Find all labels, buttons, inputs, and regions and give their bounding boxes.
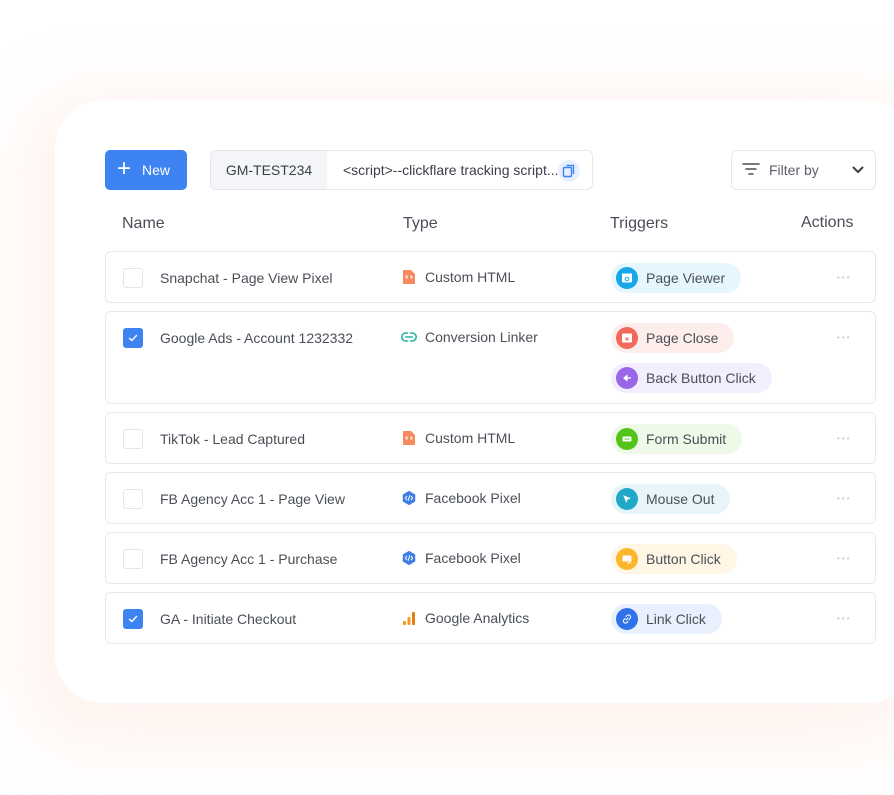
tag-type: Conversion Linker xyxy=(401,329,538,345)
tag-type: Facebook Pixel xyxy=(401,490,521,506)
table-row[interactable]: TikTok - Lead Captured Custom HTML Form Su… xyxy=(105,412,876,464)
trigger-chip[interactable]: Button Click xyxy=(611,544,737,574)
row-checkbox[interactable] xyxy=(123,549,143,569)
button-click-icon xyxy=(616,548,638,570)
check-icon xyxy=(128,334,138,342)
column-header-actions: Actions xyxy=(801,214,854,231)
tag-name[interactable]: Google Ads - Account 1232332 xyxy=(160,330,353,346)
more-actions-icon[interactable]: ••• xyxy=(837,495,851,503)
column-header-type[interactable]: Type xyxy=(403,215,438,233)
custom-html-icon xyxy=(401,269,417,285)
row-checkbox[interactable] xyxy=(123,328,143,348)
table-row[interactable]: FB Agency Acc 1 - Page View Facebook Pixe… xyxy=(105,472,876,524)
trigger-chip[interactable]: Link Click xyxy=(611,604,722,634)
copy-icon[interactable] xyxy=(558,160,580,182)
trigger-chip[interactable]: Back Button Click xyxy=(611,363,772,393)
trigger-label: Page Close xyxy=(646,330,719,346)
table-row[interactable]: GA - Initiate Checkout Google Analytics Li… xyxy=(105,592,876,644)
row-checkbox[interactable] xyxy=(123,609,143,629)
tag-type: Custom HTML xyxy=(401,269,515,285)
tag-name[interactable]: TikTok - Lead Captured xyxy=(160,431,305,447)
trigger-chip[interactable]: Form Submit xyxy=(611,424,743,454)
tag-name[interactable]: GA - Initiate Checkout xyxy=(160,611,296,627)
form-icon xyxy=(616,428,638,450)
column-header-triggers[interactable]: Triggers xyxy=(610,215,668,233)
page-close-icon xyxy=(616,327,638,349)
trigger-label: Page Viewer xyxy=(646,270,726,286)
tag-type: Google Analytics xyxy=(401,610,529,626)
trigger-chip[interactable]: Page Viewer xyxy=(611,263,742,293)
trigger-chip[interactable]: Mouse Out xyxy=(611,484,731,514)
cursor-icon xyxy=(616,488,638,510)
chevron-down-icon xyxy=(851,163,865,180)
new-button-label: New xyxy=(142,162,171,178)
table-row[interactable]: FB Agency Acc 1 - Purchase Facebook Pixel… xyxy=(105,532,876,584)
custom-html-icon xyxy=(401,430,417,446)
page-view-icon xyxy=(616,267,638,289)
tag-type: Custom HTML xyxy=(401,430,515,446)
table-row[interactable]: Google Ads - Account 1232332 Conversion L… xyxy=(105,311,876,404)
more-actions-icon[interactable]: ••• xyxy=(837,334,851,342)
tag-type: Facebook Pixel xyxy=(401,550,521,566)
tracking-script-field: GM-TEST234 <script>--clickflare tracking… xyxy=(210,150,593,190)
back-arrow-icon xyxy=(616,367,638,389)
column-header-name[interactable]: Name xyxy=(122,215,165,233)
tag-type-label: Conversion Linker xyxy=(425,329,538,345)
trigger-label: Link Click xyxy=(646,611,706,627)
tag-type-label: Google Analytics xyxy=(425,610,530,626)
script-snippet-text: <script>--clickflare tracking script... xyxy=(343,162,559,178)
row-checkbox[interactable] xyxy=(123,429,143,449)
filter-icon xyxy=(742,162,760,179)
code-hex-icon xyxy=(401,490,417,506)
trigger-label: Mouse Out xyxy=(646,491,715,507)
row-checkbox[interactable] xyxy=(123,268,143,288)
link-icon xyxy=(401,329,417,345)
more-actions-icon[interactable]: ••• xyxy=(837,274,851,282)
filter-dropdown[interactable]: Filter by xyxy=(731,150,876,190)
tag-name[interactable]: FB Agency Acc 1 - Page View xyxy=(160,491,345,507)
tag-name[interactable]: FB Agency Acc 1 - Purchase xyxy=(160,551,337,567)
link-click-icon xyxy=(616,608,638,630)
check-icon xyxy=(128,615,138,623)
more-actions-icon[interactable]: ••• xyxy=(837,555,851,563)
tag-type-label: Custom HTML xyxy=(425,430,516,446)
container-id: GM-TEST234 xyxy=(211,151,327,189)
code-hex-icon xyxy=(401,550,417,566)
plus-icon: + xyxy=(117,155,132,182)
filter-label: Filter by xyxy=(769,162,819,178)
trigger-label: Form Submit xyxy=(646,431,727,447)
trigger-label: Button Click xyxy=(646,551,721,567)
new-button[interactable]: + New xyxy=(105,150,187,190)
more-actions-icon[interactable]: ••• xyxy=(837,435,851,443)
analytics-icon xyxy=(401,610,417,626)
tag-type-label: Custom HTML xyxy=(425,269,516,285)
trigger-chip[interactable]: Page Close xyxy=(611,323,735,353)
tag-type-label: Facebook Pixel xyxy=(425,490,521,506)
table-row[interactable]: Snapchat - Page View Pixel Custom HTML Pag… xyxy=(105,251,876,303)
trigger-label: Back Button Click xyxy=(646,370,756,386)
tag-type-label: Facebook Pixel xyxy=(425,550,521,566)
tag-name[interactable]: Snapchat - Page View Pixel xyxy=(160,270,333,286)
more-actions-icon[interactable]: ••• xyxy=(837,615,851,623)
row-checkbox[interactable] xyxy=(123,489,143,509)
script-snippet-field[interactable]: <script>--clickflare tracking script... xyxy=(327,151,592,189)
